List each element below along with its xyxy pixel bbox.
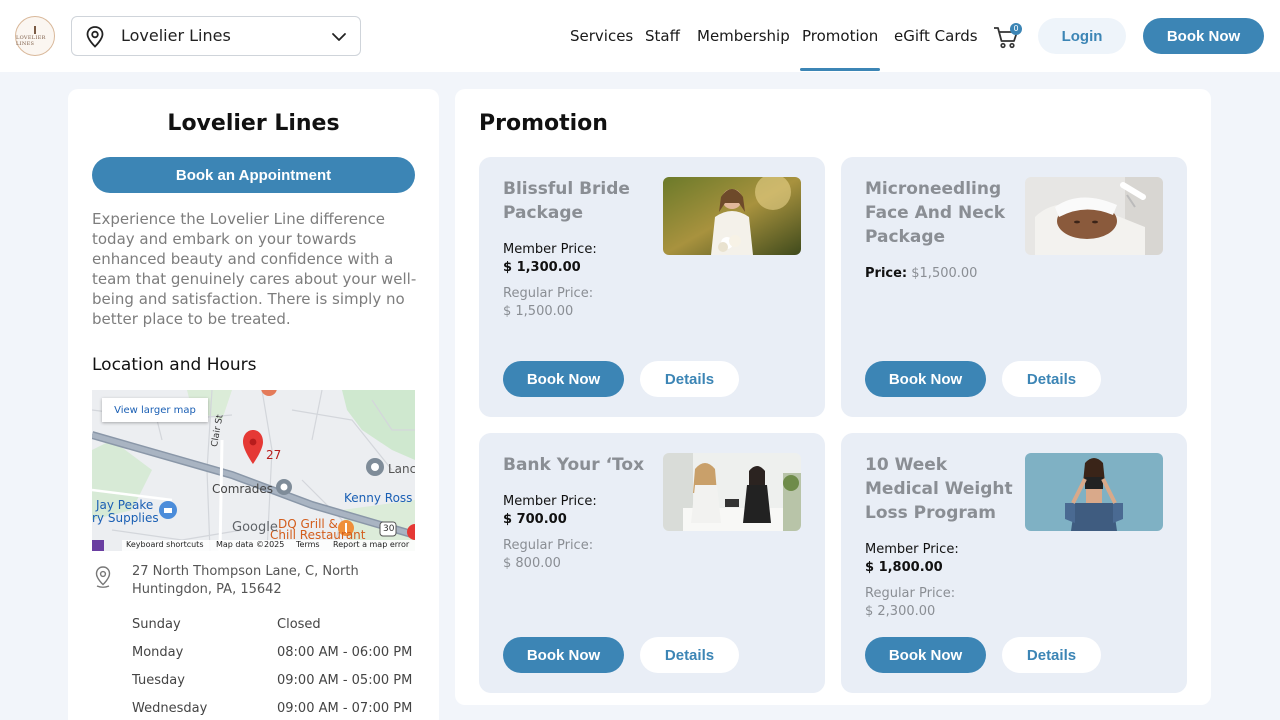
nav-staff[interactable]: Staff xyxy=(645,27,680,45)
location-pin-icon xyxy=(86,26,104,48)
map-label-kenny-ross: Kenny Ross xyxy=(344,491,413,505)
map-route-label: 30 xyxy=(383,524,395,534)
book-now-button[interactable]: Book Now xyxy=(865,637,986,673)
header-book-now-button[interactable]: Book Now xyxy=(1143,18,1264,54)
nav-active-indicator xyxy=(800,68,880,71)
promotion-card-bank-your-tox: Bank Your ‘Tox Member Price: $ 700.00 Re… xyxy=(479,433,825,693)
book-now-button[interactable]: Book Now xyxy=(865,361,986,397)
location-address: 27 North Thompson Lane, C, North Hunting… xyxy=(132,564,359,597)
promotion-card-weight-loss: 10 Week Medical Weight Loss Program Memb… xyxy=(841,433,1187,693)
promotion-card-title: 10 Week Medical Weight Loss Program xyxy=(865,455,1013,523)
book-appointment-button[interactable]: Book an Appointment xyxy=(92,157,415,193)
map-marker-label: 27 xyxy=(266,448,282,462)
price-label: Price: xyxy=(865,266,908,281)
map-footer: Keyboard shortcuts Map data ©2025 Terms … xyxy=(122,540,415,551)
login-button[interactable]: Login xyxy=(1038,18,1126,54)
view-larger-map-link[interactable]: View larger map xyxy=(102,398,208,422)
map-data-credit: Map data ©2025 xyxy=(216,540,285,549)
promotion-card-title: Bank Your ‘Tox xyxy=(503,455,645,475)
details-button[interactable]: Details xyxy=(640,361,739,397)
hours-day: Wednesday xyxy=(132,701,208,716)
price-value: $1,500.00 xyxy=(911,266,978,281)
map-report-error-link[interactable]: Report a map error xyxy=(333,540,409,549)
brand-logo[interactable]: LOVELIER LINES xyxy=(15,16,55,56)
location-select-value: Lovelier Lines xyxy=(121,26,231,45)
location-map[interactable]: View larger map 27 Clair St Comrades Ken… xyxy=(92,390,415,551)
chevron-down-icon xyxy=(332,33,346,41)
location-hours-heading: Location and Hours xyxy=(92,355,257,375)
member-price-value: $ 1,800.00 xyxy=(865,560,943,575)
details-button[interactable]: Details xyxy=(1002,361,1101,397)
regular-price-label: Regular Price: xyxy=(503,286,594,301)
promotion-card-microneedling: Microneedling Face And Neck Package Pric… xyxy=(841,157,1187,417)
map-terms-link[interactable]: Terms xyxy=(296,540,320,549)
map-label-comrades: Comrades xyxy=(212,482,273,496)
map-label-jay-peake-supplies: ry Supplies xyxy=(92,511,159,525)
regular-price-value: $ 1,500.00 xyxy=(503,304,574,319)
map-google-logo: Google xyxy=(232,520,278,535)
hours-day: Monday xyxy=(132,645,184,660)
nav-promotion[interactable]: Promotion xyxy=(802,27,878,45)
regular-price-value: $ 2,300.00 xyxy=(865,604,936,619)
map-label-lanc: Lanc xyxy=(388,462,415,476)
hours-time: Closed xyxy=(277,617,321,632)
book-now-button[interactable]: Book Now xyxy=(503,637,624,673)
weight-loss-photo xyxy=(1025,453,1163,531)
map-label-jay-peake: Jay Peake xyxy=(96,498,154,512)
regular-price-label: Regular Price: xyxy=(865,586,956,601)
facial-treatment-photo xyxy=(1025,177,1163,255)
hours-time: 09:00 AM - 05:00 PM xyxy=(277,673,413,688)
nav-services[interactable]: Services xyxy=(570,27,633,45)
bride-photo xyxy=(663,177,801,255)
clinic-reception-photo xyxy=(663,453,801,531)
details-button[interactable]: Details xyxy=(1002,637,1101,673)
member-price-value: $ 1,300.00 xyxy=(503,260,581,275)
location-title: Lovelier Lines xyxy=(167,111,340,136)
hours-time: 08:00 AM - 06:00 PM xyxy=(277,645,413,660)
location-select[interactable]: Lovelier Lines xyxy=(71,16,361,56)
nav-membership[interactable]: Membership xyxy=(697,27,790,45)
details-button[interactable]: Details xyxy=(640,637,739,673)
nav-egift-cards[interactable]: eGift Cards xyxy=(894,27,978,45)
price-line: Price: $1,500.00 xyxy=(865,266,977,281)
logo-text: LOVELIER LINES xyxy=(16,34,46,47)
site-header: LOVELIER LINES Lovelier Lines Services S… xyxy=(0,0,1280,72)
promotion-card-title: Blissful Bride Package xyxy=(503,179,630,223)
hours-day: Tuesday xyxy=(132,673,185,688)
hours-time: 09:00 AM - 07:00 PM xyxy=(277,701,413,716)
promotion-card-blissful-bride: Blissful Bride Package Member Price: $ 1… xyxy=(479,157,825,417)
regular-price-value: $ 800.00 xyxy=(503,556,561,571)
location-description: Experience the Lovelier Line difference … xyxy=(92,210,417,328)
location-sidebar: Lovelier Lines Book an Appointment Exper… xyxy=(68,89,439,720)
member-price-label: Member Price: xyxy=(503,494,597,509)
map-keyboard-shortcuts[interactable]: Keyboard shortcuts xyxy=(126,540,203,549)
member-price-label: Member Price: xyxy=(865,542,959,557)
promotion-card-title: Microneedling Face And Neck Package xyxy=(865,179,1006,247)
regular-price-label: Regular Price: xyxy=(503,538,594,553)
address-pin-icon xyxy=(95,566,111,588)
promotion-panel: Promotion Blissful Bride Package Member … xyxy=(455,89,1211,705)
hours-day: Sunday xyxy=(132,617,181,632)
promotion-title: Promotion xyxy=(479,111,608,136)
cart-count-badge: 0 xyxy=(1010,23,1022,35)
member-price-label: Member Price: xyxy=(503,242,597,257)
book-now-button[interactable]: Book Now xyxy=(503,361,624,397)
member-price-value: $ 700.00 xyxy=(503,512,567,527)
